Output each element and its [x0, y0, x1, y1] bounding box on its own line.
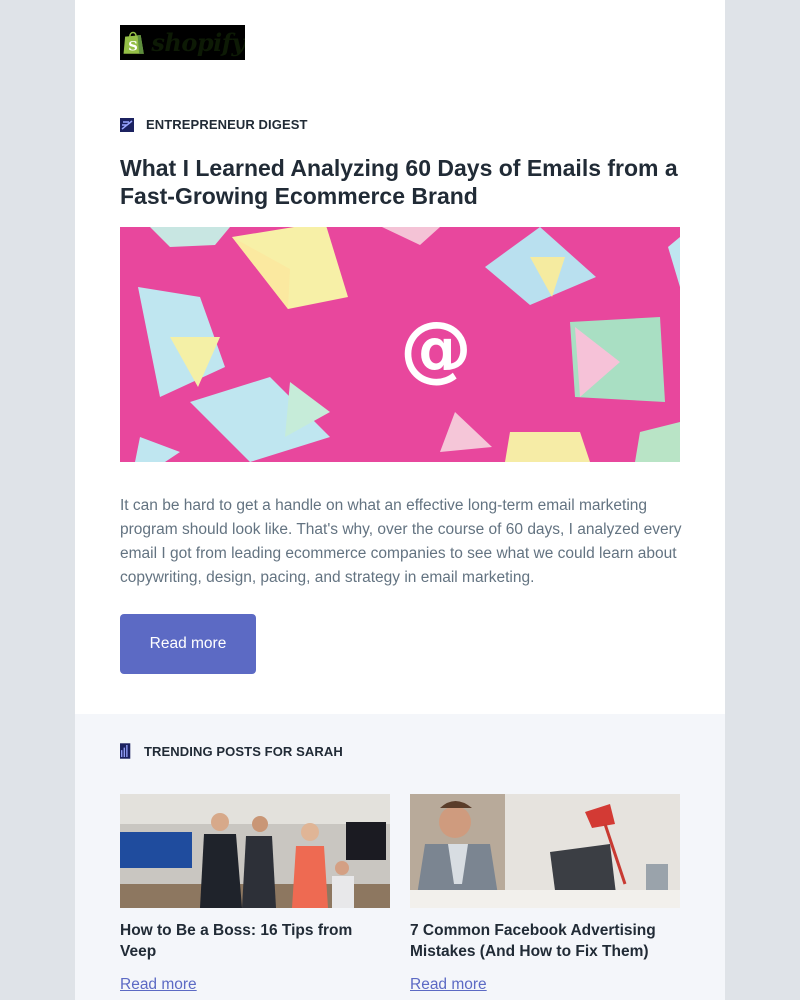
post-thumbnail[interactable]: [410, 794, 680, 908]
article-excerpt: It can be hard to get a handle on what a…: [120, 497, 682, 586]
workspace-photo: [410, 794, 680, 908]
read-more-button[interactable]: Read more: [120, 614, 256, 674]
post-title[interactable]: 7 Common Facebook Advertising Mistakes (…: [410, 920, 680, 962]
shopify-logo[interactable]: S shopify: [120, 25, 245, 60]
post-thumbnail[interactable]: [120, 794, 390, 908]
trending-label: TRENDING POSTS FOR SARAH: [120, 742, 343, 760]
post-title[interactable]: How to Be a Boss: 16 Tips from Veep: [120, 920, 390, 962]
email-card: S shopify ENTREPRENEUR DIGEST What I Lea…: [75, 0, 725, 1000]
digest-label: ENTREPRENEUR DIGEST: [120, 117, 308, 132]
svg-text:S: S: [128, 40, 138, 55]
trending-label-text: TRENDING POSTS FOR SARAH: [144, 743, 343, 759]
hero-image[interactable]: @: [120, 227, 680, 462]
at-symbol: @: [400, 306, 472, 390]
post-read-more-link[interactable]: Read more: [410, 976, 487, 994]
logo-wordmark: shopify: [151, 28, 245, 57]
trending-section: TRENDING POSTS FOR SARAH How to Be a Bos…: [75, 714, 725, 1000]
digest-label-text: ENTREPRENEUR DIGEST: [146, 117, 308, 132]
trending-icon: [120, 743, 131, 759]
trending-post: How to Be a Boss: 16 Tips from Veep Read…: [120, 794, 390, 994]
shopping-bag-icon: S: [123, 31, 144, 55]
veep-photo: [120, 794, 390, 908]
post-read-more-link[interactable]: Read more: [120, 976, 197, 994]
article-headline[interactable]: What I Learned Analyzing 60 Days of Emai…: [120, 154, 685, 210]
trending-post: 7 Common Facebook Advertising Mistakes (…: [410, 794, 680, 994]
digest-icon: [120, 117, 134, 132]
